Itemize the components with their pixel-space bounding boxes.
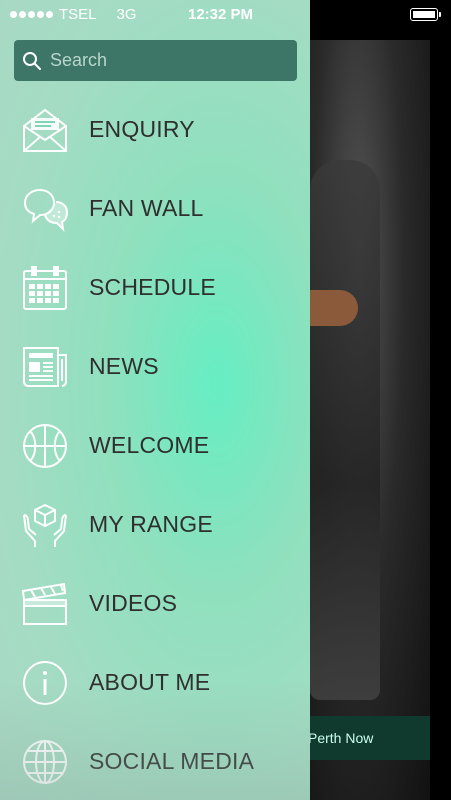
- menu-item-label: NEWS: [89, 353, 159, 379]
- menu-item-social-media[interactable]: SOCIAL MEDIA: [0, 722, 310, 800]
- clapperboard-icon: [21, 580, 69, 628]
- menu-item-label: ENQUIRY: [89, 116, 195, 142]
- menu-item-label: FAN WALL: [89, 195, 204, 221]
- hands-box-icon: [21, 501, 69, 549]
- battery-icon: [410, 8, 441, 21]
- menu-item-schedule[interactable]: SCHEDULE: [0, 248, 310, 327]
- menu-item-videos[interactable]: VIDEOS: [0, 564, 310, 643]
- status-bar: TSEL 3G 12:32 PM: [0, 0, 451, 30]
- search-input[interactable]: [48, 49, 292, 72]
- search-icon: [23, 51, 41, 70]
- basketball-icon: [21, 422, 69, 470]
- menu-item-about-me[interactable]: ABOUT ME: [0, 643, 310, 722]
- globe-icon: [21, 738, 69, 786]
- menu-item-welcome[interactable]: WELCOME: [0, 406, 310, 485]
- search-bar[interactable]: [14, 40, 297, 81]
- chat-bubbles-icon: [21, 185, 69, 233]
- network-type: 3G: [116, 6, 137, 23]
- menu-item-label: MY RANGE: [89, 511, 213, 537]
- signal-strength-icon: [10, 11, 53, 18]
- player-arm-image: [310, 290, 358, 326]
- player-image: [310, 160, 380, 700]
- menu-item-news[interactable]: NEWS: [0, 327, 310, 406]
- newspaper-icon: [21, 343, 69, 391]
- menu-item-label: ABOUT ME: [89, 669, 211, 695]
- calendar-icon: [21, 264, 69, 312]
- menu-item-fan-wall[interactable]: FAN WALL: [0, 169, 310, 248]
- carrier-name: TSEL: [59, 6, 97, 23]
- menu-item-label: SOCIAL MEDIA: [89, 748, 255, 774]
- background-footer[interactable]: Perth Now: [310, 716, 430, 760]
- status-left: TSEL 3G: [10, 6, 137, 23]
- menu-list: ENQUIRY FAN WALL SCHEDULE NEWS WELCOME M…: [0, 90, 310, 800]
- background-footer-text: Perth Now: [310, 730, 374, 746]
- menu-item-enquiry[interactable]: ENQUIRY: [0, 90, 310, 169]
- envelope-icon: [21, 106, 69, 154]
- info-icon: [21, 659, 69, 707]
- background-content: Perth Now: [310, 40, 430, 800]
- menu-item-label: VIDEOS: [89, 590, 178, 616]
- menu-item-label: SCHEDULE: [89, 274, 216, 300]
- menu-item-my-range[interactable]: MY RANGE: [0, 485, 310, 564]
- menu-item-label: WELCOME: [89, 432, 210, 458]
- clock: 12:32 PM: [188, 6, 254, 23]
- side-drawer: ENQUIRY FAN WALL: [0, 0, 310, 800]
- edge-strip: [430, 0, 451, 800]
